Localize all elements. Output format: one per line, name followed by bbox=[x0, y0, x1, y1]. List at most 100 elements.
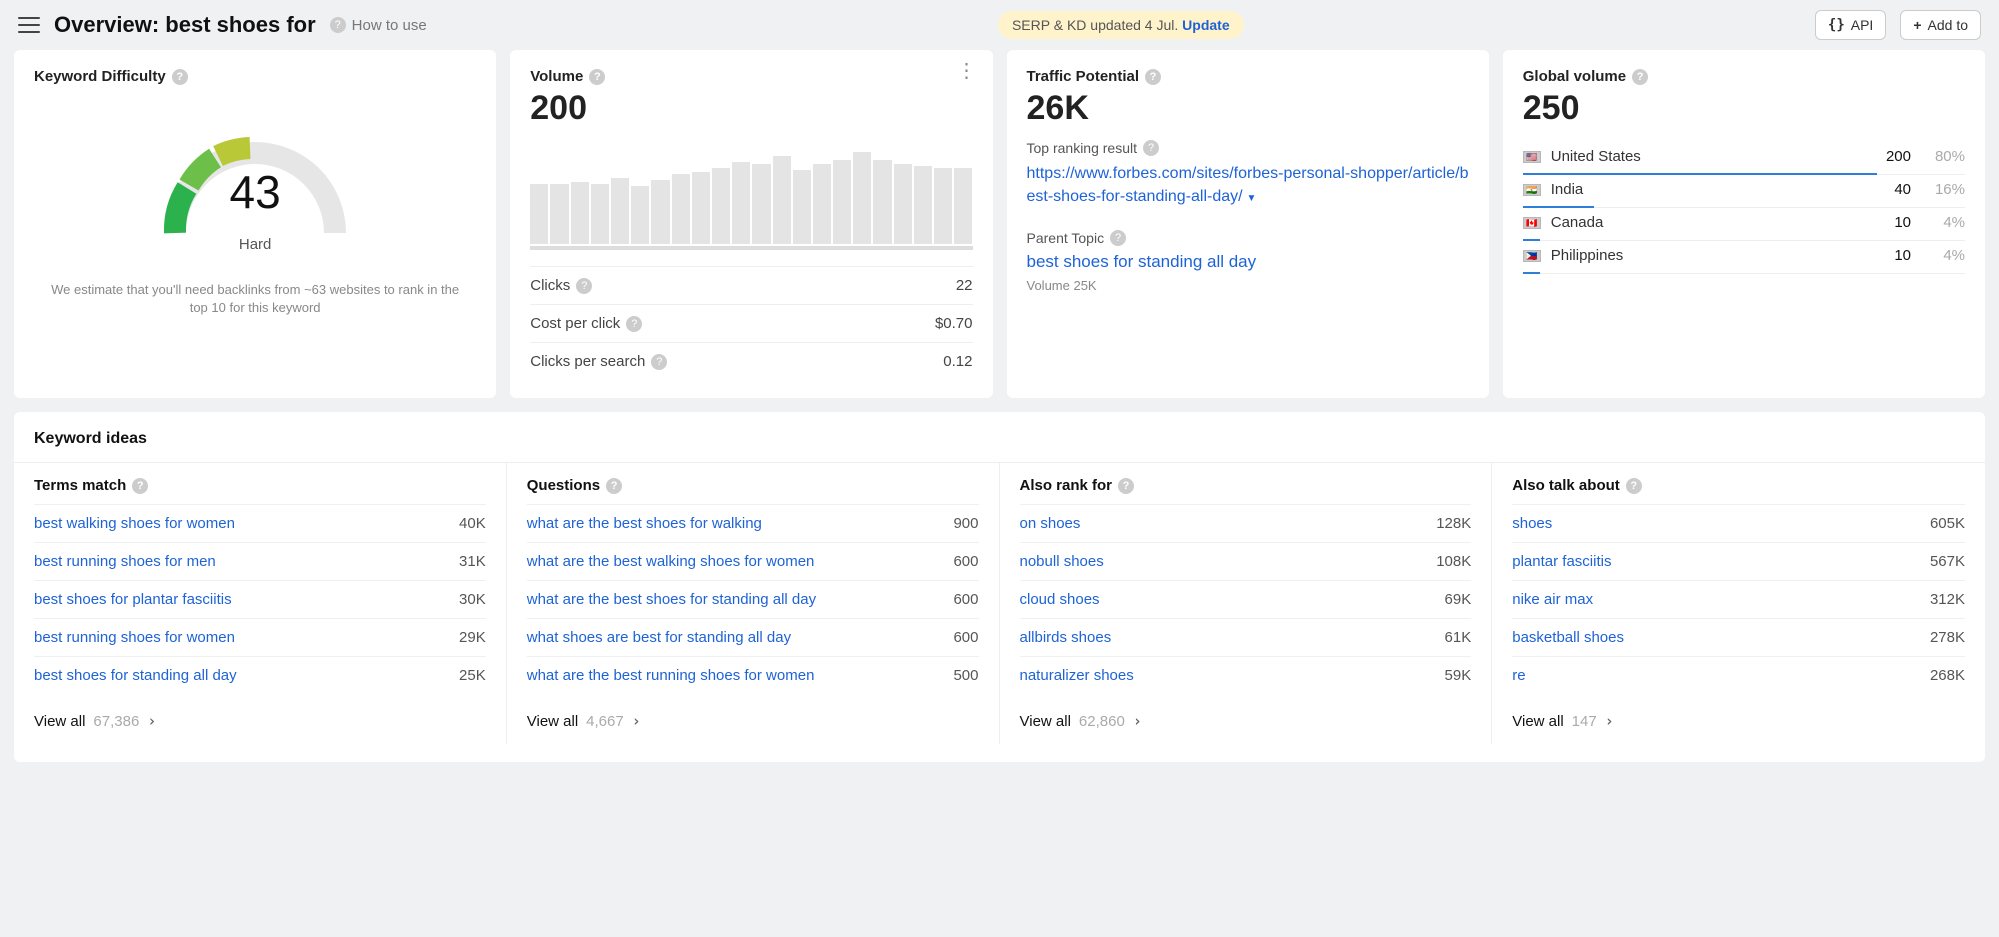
country-volume: 10 bbox=[1871, 247, 1911, 264]
global-volume-card: Global volume? 250 🇺🇸United States20080%… bbox=[1503, 50, 1985, 398]
country-row[interactable]: 🇵🇭Philippines104% bbox=[1523, 241, 1965, 274]
help-icon[interactable]: ? bbox=[626, 316, 642, 332]
chart-bar bbox=[672, 174, 690, 244]
keyword-volume: 278K bbox=[1930, 629, 1965, 646]
keyword-ideas-section: Keyword ideas Terms match?best walking s… bbox=[14, 412, 1985, 762]
idea-row: plantar fasciitis567K bbox=[1512, 542, 1965, 580]
country-row[interactable]: 🇮🇳India4016% bbox=[1523, 175, 1965, 208]
cps-value: 0.12 bbox=[943, 353, 972, 370]
country-name: Canada bbox=[1551, 214, 1861, 231]
caret-down-icon[interactable]: ▼ bbox=[1246, 193, 1256, 204]
idea-row: what are the best shoes for standing all… bbox=[527, 580, 979, 618]
more-menu-button[interactable]: ⋮ bbox=[957, 66, 977, 76]
keyword-link[interactable]: best shoes for standing all day bbox=[34, 667, 237, 684]
chart-scrollbar[interactable] bbox=[530, 246, 972, 250]
chart-bar bbox=[793, 170, 811, 244]
help-icon[interactable]: ? bbox=[1632, 69, 1648, 85]
keyword-volume: 312K bbox=[1930, 591, 1965, 608]
volume-trend-chart bbox=[530, 144, 972, 244]
idea-row: nobull shoes108K bbox=[1020, 542, 1472, 580]
code-icon: {} bbox=[1828, 17, 1845, 33]
parent-topic-link[interactable]: best shoes for standing all day bbox=[1027, 252, 1257, 271]
idea-column: Also talk about?shoes605Kplantar fasciit… bbox=[1492, 463, 1985, 744]
view-all-link[interactable]: View all 62,860› bbox=[1020, 712, 1472, 730]
how-to-use-link[interactable]: ? How to use bbox=[330, 17, 427, 34]
help-icon[interactable]: ? bbox=[576, 278, 592, 294]
keyword-link[interactable]: what are the best shoes for walking bbox=[527, 515, 762, 532]
chart-bar bbox=[550, 184, 568, 244]
keyword-volume: 31K bbox=[459, 553, 486, 570]
idea-row: shoes 605K bbox=[1512, 504, 1965, 542]
keyword-link[interactable]: what are the best running shoes for wome… bbox=[527, 667, 815, 684]
keyword-difficulty-card: Keyword Difficulty? 43 Hard We estimate … bbox=[14, 50, 496, 398]
help-icon[interactable]: ? bbox=[172, 69, 188, 85]
country-name: United States bbox=[1551, 148, 1861, 165]
help-icon[interactable]: ? bbox=[1118, 478, 1134, 494]
keyword-link[interactable]: cloud shoes bbox=[1020, 591, 1100, 608]
kd-label: Hard bbox=[145, 236, 365, 253]
keyword-link[interactable]: nike air max bbox=[1512, 591, 1593, 608]
view-all-link[interactable]: View all 147› bbox=[1512, 712, 1965, 730]
traffic-potential-card: Traffic Potential? 26K Top ranking resul… bbox=[1007, 50, 1489, 398]
idea-row: what are the best shoes for walking 900 bbox=[527, 504, 979, 542]
keyword-link[interactable]: best running shoes for women bbox=[34, 629, 235, 646]
keyword-volume: 600 bbox=[953, 591, 978, 608]
country-pct: 16% bbox=[1921, 181, 1965, 198]
country-row[interactable]: 🇨🇦Canada104% bbox=[1523, 208, 1965, 241]
add-to-button[interactable]: + Add to bbox=[1900, 10, 1981, 40]
help-icon[interactable]: ? bbox=[1110, 230, 1126, 246]
keyword-volume: 59K bbox=[1445, 667, 1472, 684]
chart-bar bbox=[611, 178, 629, 244]
chart-bar bbox=[934, 168, 952, 244]
country-row[interactable]: 🇺🇸United States20080% bbox=[1523, 142, 1965, 175]
help-icon[interactable]: ? bbox=[1143, 140, 1159, 156]
idea-row: best walking shoes for women40K bbox=[34, 504, 486, 542]
help-icon[interactable]: ? bbox=[1145, 69, 1161, 85]
keyword-link[interactable]: what shoes are best for standing all day bbox=[527, 629, 791, 646]
help-icon[interactable]: ? bbox=[132, 478, 148, 494]
view-all-link[interactable]: View all 4,667› bbox=[527, 712, 979, 730]
chevron-right-icon: › bbox=[1605, 712, 1614, 730]
keyword-link[interactable]: naturalizer shoes bbox=[1020, 667, 1134, 684]
api-button[interactable]: {} API bbox=[1815, 10, 1886, 40]
keyword-link[interactable]: on shoes bbox=[1020, 515, 1081, 532]
chart-bar bbox=[873, 160, 891, 244]
country-pct: 80% bbox=[1921, 148, 1965, 165]
help-icon[interactable]: ? bbox=[606, 478, 622, 494]
help-icon[interactable]: ? bbox=[589, 69, 605, 85]
keyword-link[interactable]: allbirds shoes bbox=[1020, 629, 1112, 646]
page-title: Overview: best shoes for bbox=[54, 12, 316, 38]
keyword-volume: 128K bbox=[1436, 515, 1471, 532]
flag-icon: 🇵🇭 bbox=[1523, 250, 1541, 262]
keyword-link[interactable]: re bbox=[1512, 667, 1525, 684]
top-result-link[interactable]: https://www.forbes.com/sites/forbes-pers… bbox=[1027, 165, 1469, 204]
country-volume: 40 bbox=[1871, 181, 1911, 198]
idea-row: what shoes are best for standing all day… bbox=[527, 618, 979, 656]
chart-bar bbox=[712, 168, 730, 244]
clicks-value: 22 bbox=[956, 277, 973, 294]
update-link[interactable]: Update bbox=[1182, 17, 1229, 33]
help-icon[interactable]: ? bbox=[1626, 478, 1642, 494]
keyword-volume: 600 bbox=[953, 629, 978, 646]
keyword-link[interactable]: best shoes for plantar fasciitis bbox=[34, 591, 232, 608]
view-all-link[interactable]: View all 67,386› bbox=[34, 712, 486, 730]
keyword-link[interactable]: best running shoes for men bbox=[34, 553, 216, 570]
keyword-link[interactable]: shoes bbox=[1512, 515, 1552, 532]
keyword-link[interactable]: best walking shoes for women bbox=[34, 515, 235, 532]
keyword-link[interactable]: nobull shoes bbox=[1020, 553, 1104, 570]
keyword-link[interactable]: what are the best shoes for standing all… bbox=[527, 591, 816, 608]
keyword-volume: 605K bbox=[1930, 515, 1965, 532]
keyword-link[interactable]: plantar fasciitis bbox=[1512, 553, 1611, 570]
help-icon[interactable]: ? bbox=[651, 354, 667, 370]
menu-button[interactable] bbox=[18, 17, 40, 33]
keyword-volume: 69K bbox=[1445, 591, 1472, 608]
chart-bar bbox=[692, 172, 710, 244]
keyword-link[interactable]: what are the best walking shoes for wome… bbox=[527, 553, 815, 570]
country-pct: 4% bbox=[1921, 247, 1965, 264]
kd-gauge: 43 Hard bbox=[145, 103, 365, 253]
idea-row: best shoes for plantar fasciitis30K bbox=[34, 580, 486, 618]
traffic-value: 26K bbox=[1027, 89, 1469, 128]
keyword-link[interactable]: basketball shoes bbox=[1512, 629, 1624, 646]
idea-row: re268K bbox=[1512, 656, 1965, 694]
keyword-volume: 900 bbox=[953, 515, 978, 532]
